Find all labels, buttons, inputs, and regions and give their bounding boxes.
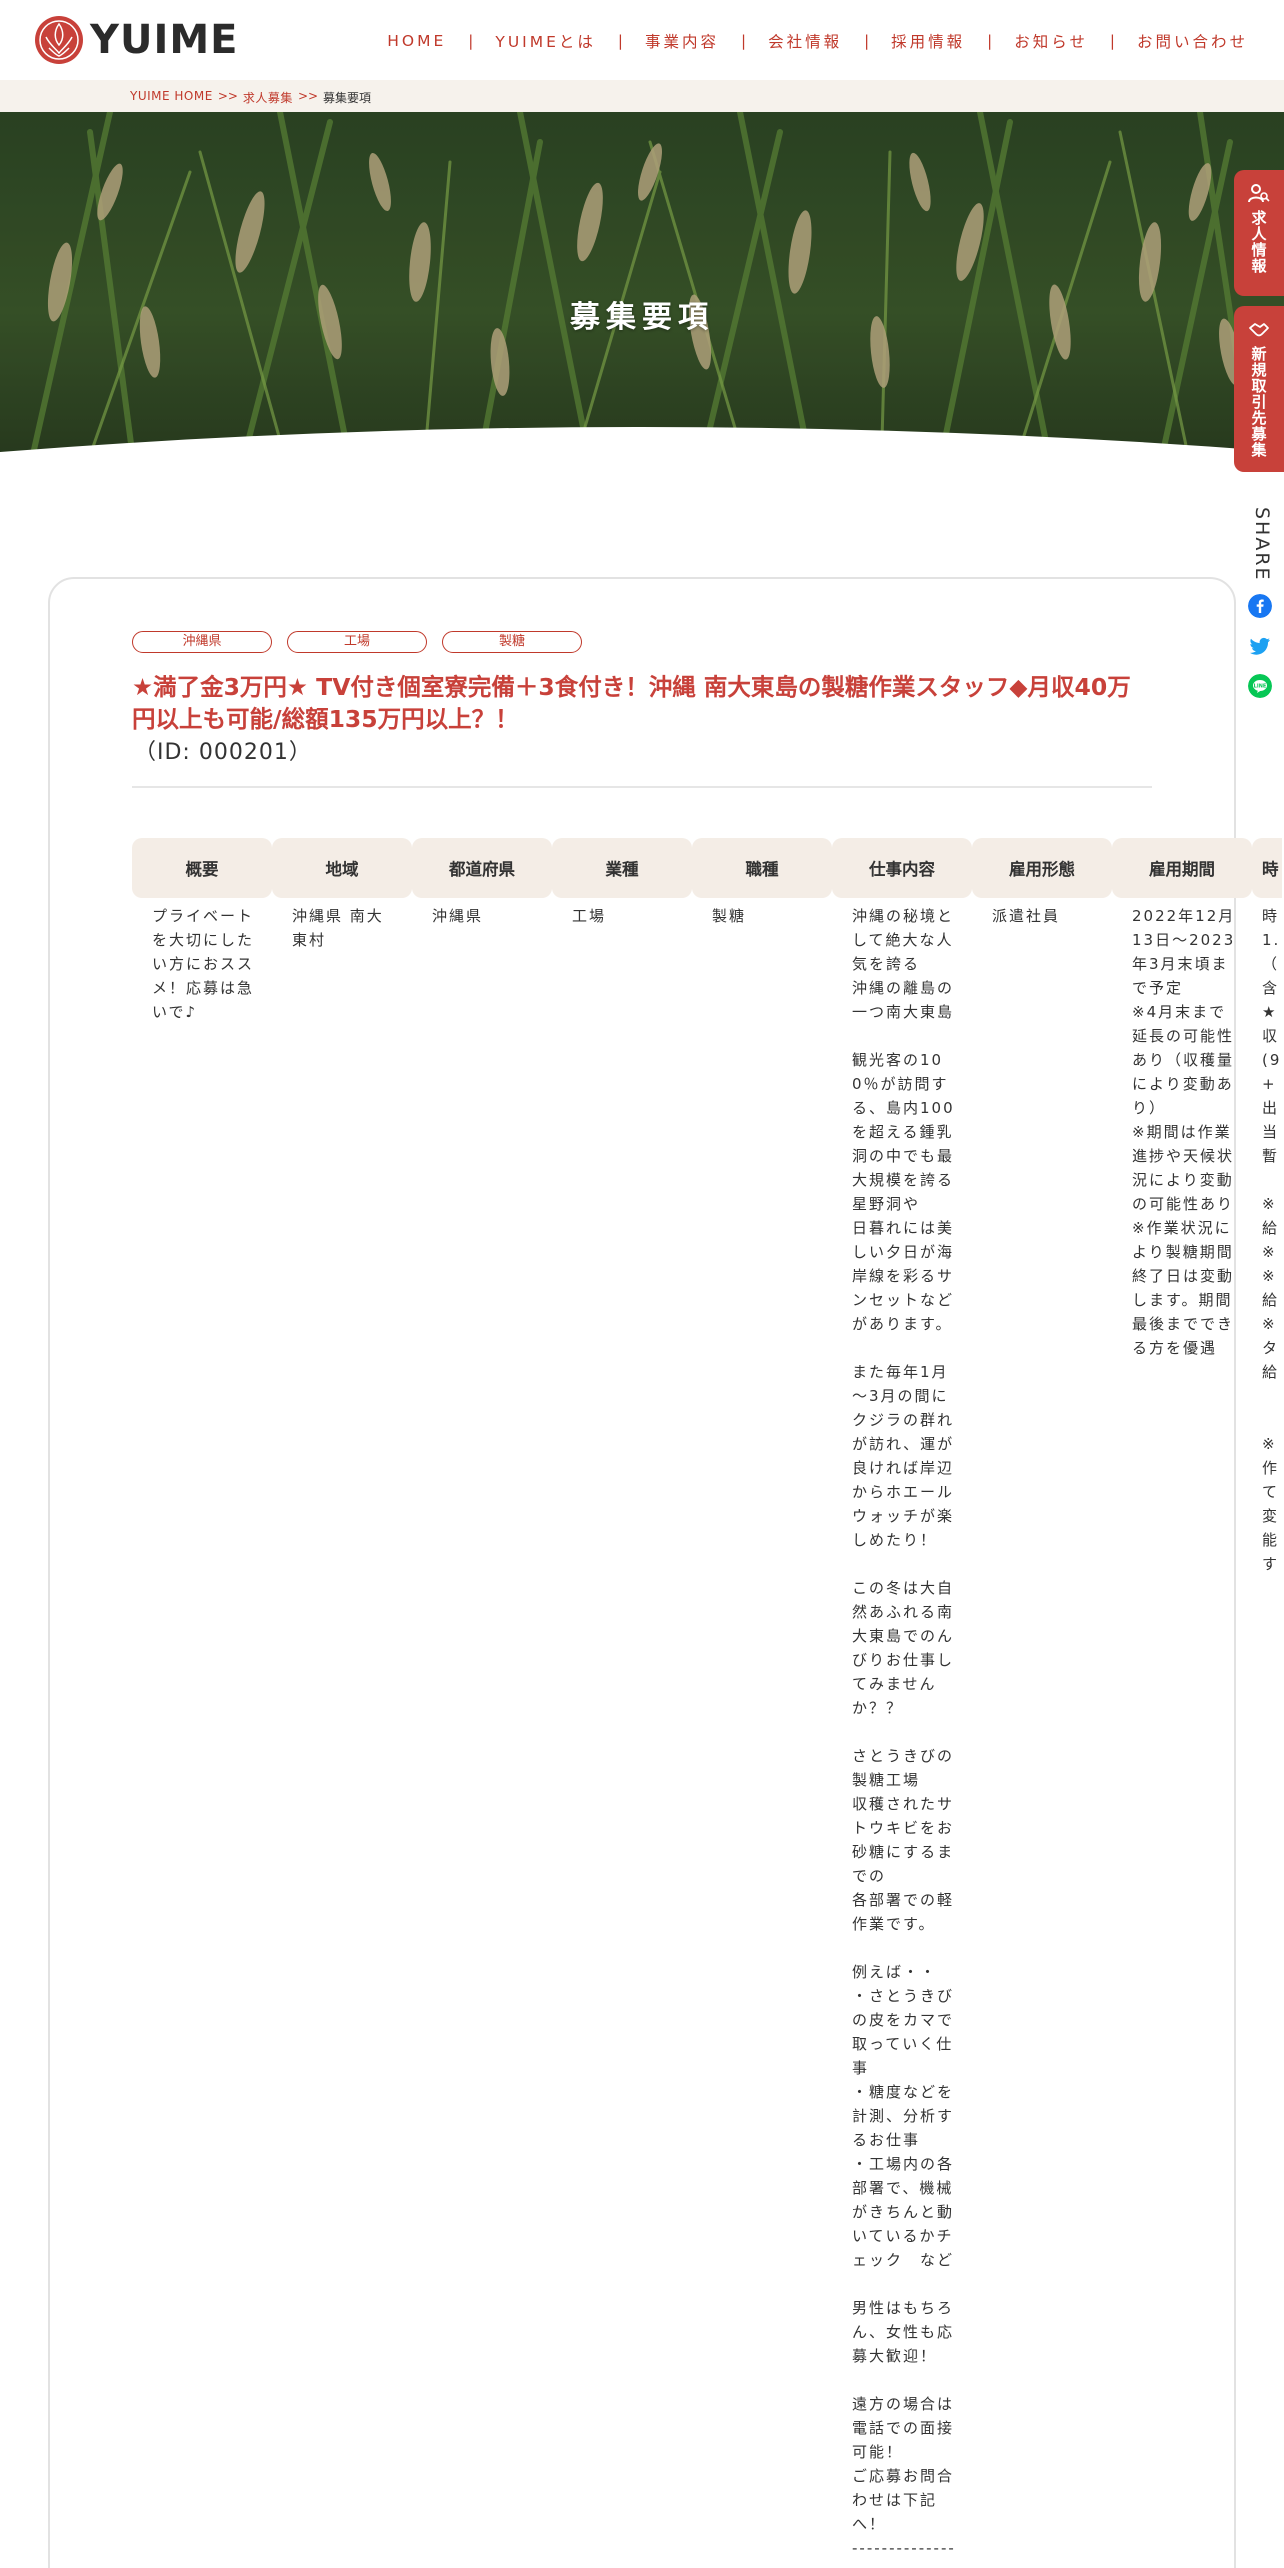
nav-business[interactable]: 事業内容 [645, 30, 719, 52]
hero-title: 募集要項 [570, 300, 714, 335]
site-header: YUIME HOME | YUIMEとは | 事業内容 | 会社情報 | 採用情… [0, 0, 1284, 80]
breadcrumb-separator: >> [297, 89, 319, 103]
main-nav: HOME | YUIMEとは | 事業内容 | 会社情報 | 採用情報 | お知… [387, 28, 1248, 54]
nav-recruit[interactable]: 採用情報 [891, 30, 965, 52]
side-tab-partners[interactable]: 新規取引先募集 [1234, 306, 1284, 472]
twitter-icon[interactable] [1248, 634, 1272, 658]
table-cell-employment-type: 派遣社員 [992, 907, 1061, 925]
tag-prefecture[interactable]: 沖縄県 [132, 631, 272, 653]
job-tags: 沖縄県 工場 製糖 [132, 631, 597, 653]
line-icon[interactable]: LINE [1248, 674, 1272, 698]
table-cell-prefecture: 沖縄県 [432, 907, 484, 925]
divider [132, 786, 1152, 788]
nav-contact[interactable]: お問い合わせ [1137, 30, 1248, 52]
table-header-cell: 雇用期間 [1112, 838, 1252, 898]
handshake-icon [1249, 323, 1269, 337]
logo-mark-icon [35, 16, 83, 64]
table-cell-job-description: 沖縄の秘境として絶大な人気を誇る 沖縄の離島の一つ南大東島 観光客の100％が訪… [852, 907, 956, 2568]
nav-separator: | [741, 32, 747, 50]
tag-occupation[interactable]: 製糖 [442, 631, 582, 653]
share-label: SHARE [1251, 507, 1273, 582]
nav-about[interactable]: YUIMEとは [495, 30, 596, 52]
table-header-cell: 仕事内容 [832, 838, 972, 898]
nav-home[interactable]: HOME [387, 32, 446, 50]
breadcrumb: YUIME HOME >> 求人募集 >> 募集要項 [130, 89, 371, 106]
table-header-cell: 職種 [692, 838, 832, 898]
side-tab-partners-label: 新規取引先募集 [1249, 346, 1268, 458]
table-cell-industry: 工場 [572, 907, 607, 925]
nav-separator: | [864, 32, 870, 50]
table-header-cell: 地域 [272, 838, 412, 898]
nav-separator: | [468, 32, 474, 50]
table-cell-area: 沖縄県 南大東村 [292, 907, 384, 949]
table-header-cell: 時 [1252, 838, 1282, 898]
job-title: ★満了金3万円★ TV付き個室寮完備＋3食付き！沖縄 南大東島の製糖作業スタッフ… [132, 673, 1131, 733]
facebook-icon[interactable] [1248, 594, 1272, 618]
nav-company[interactable]: 会社情報 [768, 30, 842, 52]
table-header-row: 概要 地域 都道府県 業種 職種 仕事内容 雇用形態 雇用期間 時 [132, 838, 1282, 898]
nav-separator: | [617, 32, 623, 50]
logo[interactable]: YUIME [34, 14, 238, 66]
table-cell-occupation: 製糖 [712, 907, 747, 925]
table-cell-hours: 時 1. （ 含 ★ 収 (9 + 出 当 暫 ※ 給 ※ ※ 給 ※ タ 給 … [1262, 907, 1282, 1573]
table-header-cell: 雇用形態 [972, 838, 1112, 898]
breadcrumb-recruit[interactable]: 求人募集 [243, 89, 293, 106]
person-search-icon [1248, 184, 1270, 203]
breadcrumb-bar: YUIME HOME >> 求人募集 >> 募集要項 [0, 80, 1284, 112]
table-header-cell: 業種 [552, 838, 692, 898]
nav-separator: | [1109, 32, 1115, 50]
table-cell-employment-period: 2022年12月13日～2023年3月末頃まで予定 ※4月末まで延長の可能性あり… [1132, 907, 1236, 1357]
breadcrumb-separator: >> [217, 89, 238, 103]
job-id: （ID: 000201） [134, 740, 312, 765]
table-header-cell: 都道府県 [412, 838, 552, 898]
table-row: プライベートを大切にしたい方におススメ！応募は急いで♪ 沖縄県 南大東村 沖縄県… [132, 904, 1282, 2568]
breadcrumb-home[interactable]: YUIME HOME [130, 89, 213, 106]
side-tab-jobs-label: 求人情報 [1249, 210, 1268, 274]
logo-text: YUIME [90, 17, 239, 63]
nav-separator: | [987, 32, 993, 50]
table-cell-summary: プライベートを大切にしたい方におススメ！応募は急いで♪ [152, 907, 255, 1021]
nav-news[interactable]: お知らせ [1014, 30, 1088, 52]
svg-text:LINE: LINE [1254, 684, 1267, 690]
table-header-cell: 概要 [132, 838, 272, 898]
side-tab-jobs[interactable]: 求人情報 [1234, 170, 1284, 296]
breadcrumb-current: 募集要項 [323, 91, 372, 105]
tag-industry[interactable]: 工場 [287, 631, 427, 653]
hero-banner: 募集要項 [0, 112, 1284, 512]
